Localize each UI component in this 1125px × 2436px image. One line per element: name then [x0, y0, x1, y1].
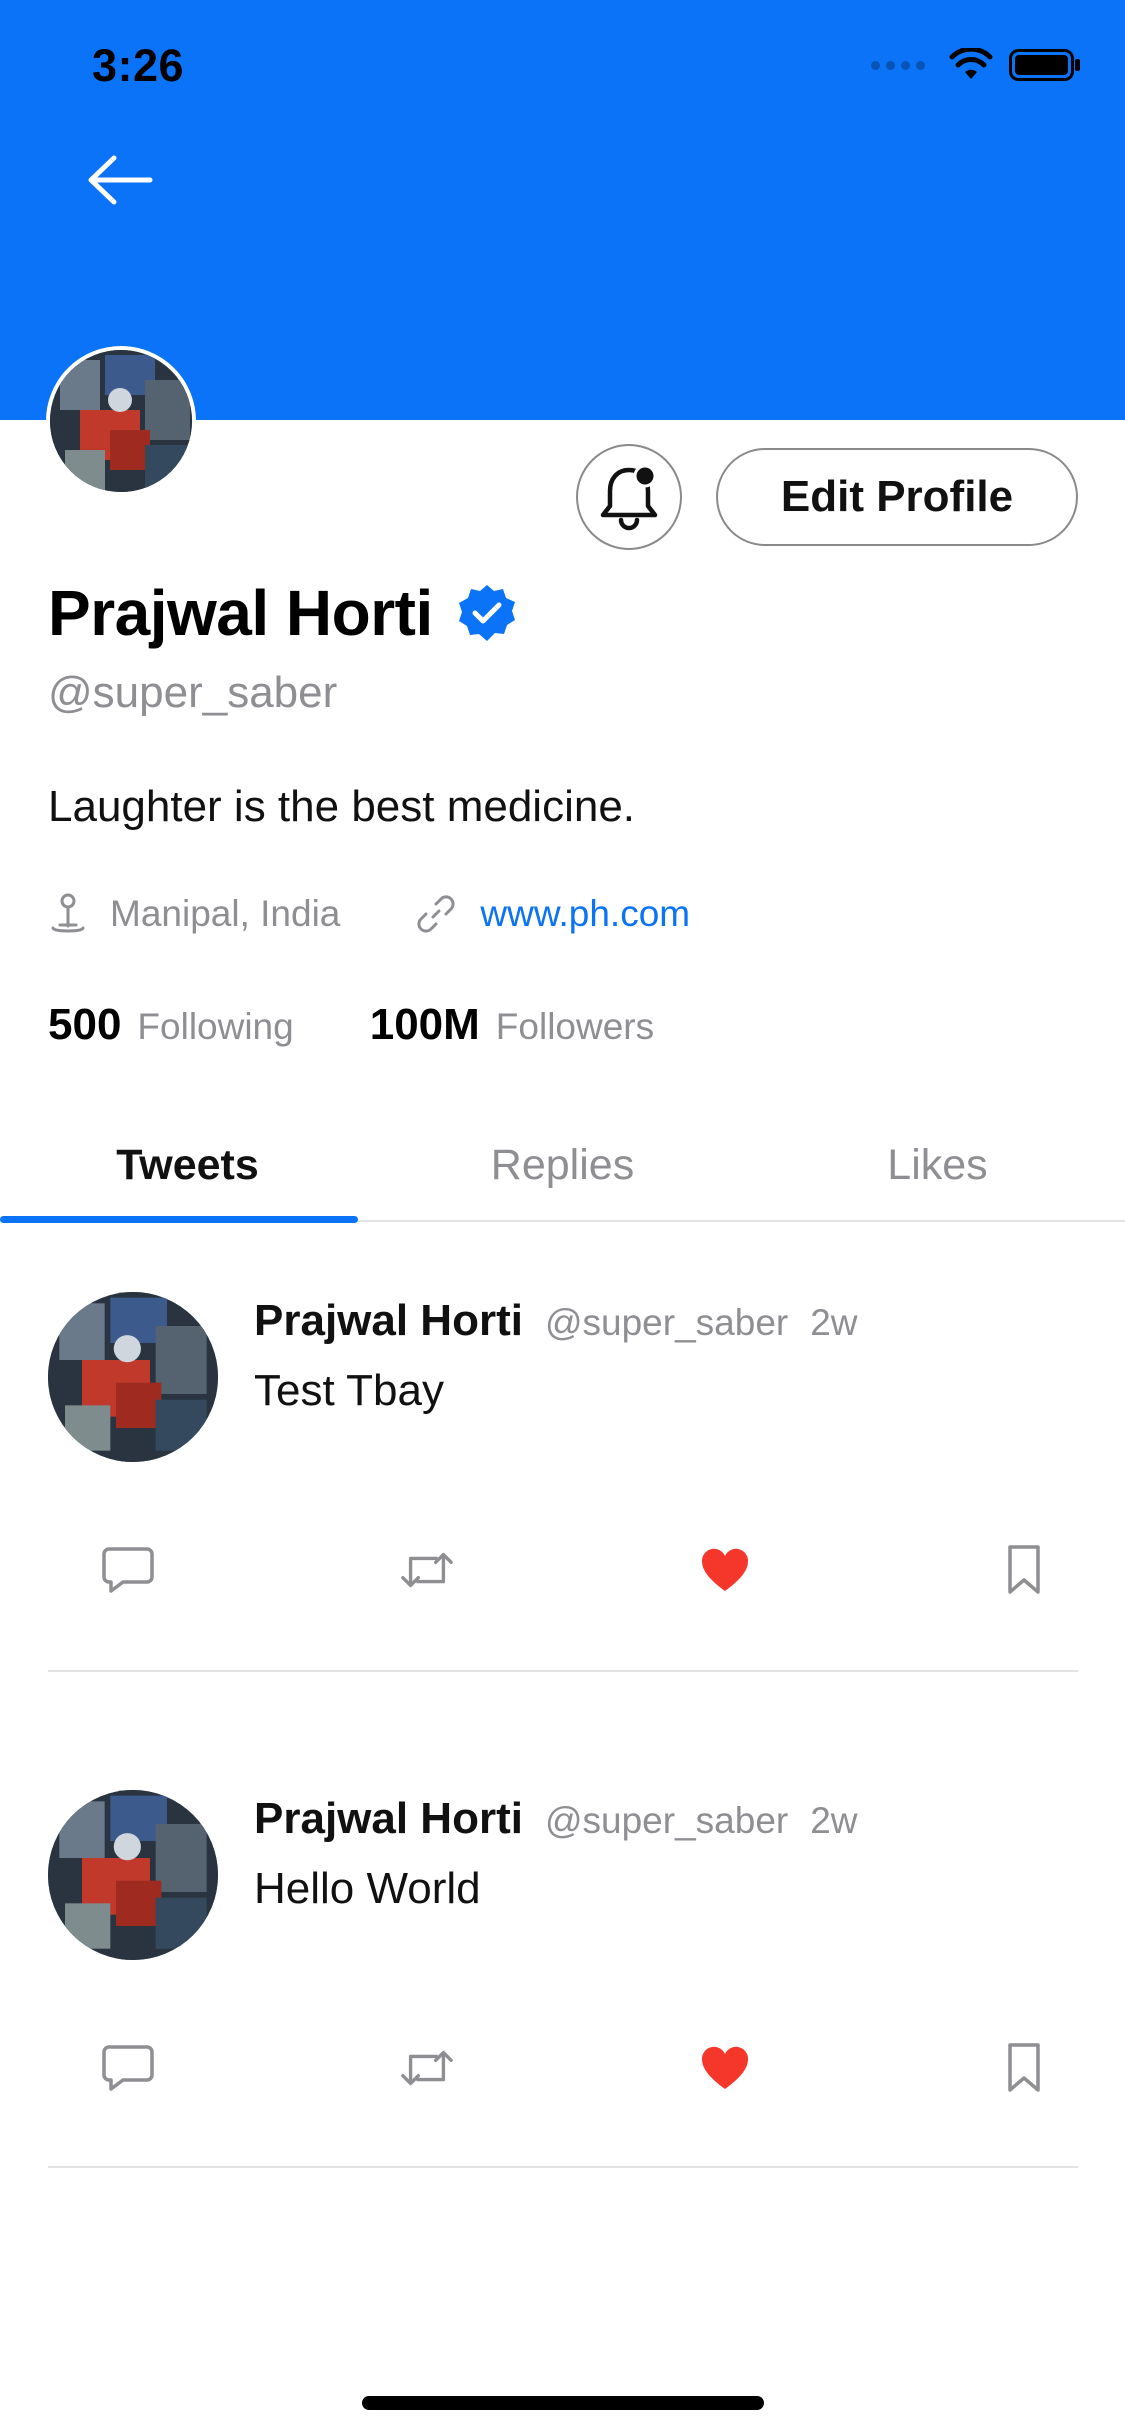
- notifications-button[interactable]: [576, 444, 682, 550]
- website-item[interactable]: www.ph.com: [414, 892, 690, 936]
- tab-likes[interactable]: Likes: [750, 1110, 1125, 1220]
- arrow-left-icon: [88, 155, 153, 205]
- heart-icon: [702, 2046, 749, 2089]
- following-count[interactable]: 500: [48, 1000, 121, 1050]
- tweet-time: 2w: [810, 1800, 858, 1841]
- profile-tabs: Tweets Replies Likes: [0, 1110, 1125, 1223]
- heart-icon: [702, 1548, 749, 1591]
- avatar-image: [48, 1790, 218, 1960]
- profile-name-row: Prajwal Horti: [48, 576, 517, 650]
- home-indicator[interactable]: [362, 2396, 764, 2410]
- reply-button[interactable]: [100, 1542, 156, 1598]
- bookmark-icon: [1008, 1545, 1040, 1594]
- signal-icon: [871, 60, 925, 70]
- tweet-card[interactable]: Prajwal Horti @super_saber 2w Hello Worl…: [48, 1790, 1078, 1960]
- followers-label[interactable]: Followers: [496, 1006, 654, 1048]
- location-pin-icon: [51, 893, 85, 933]
- tweet-author-handle: @super_saber: [544, 1800, 789, 1841]
- tweet-author-name[interactable]: Prajwal Horti: [254, 1794, 523, 1844]
- tab-tweets[interactable]: Tweets: [0, 1110, 375, 1223]
- verified-badge-icon: [458, 585, 515, 641]
- comment-icon: [102, 2045, 154, 2091]
- tweet-divider: [48, 2166, 1078, 2168]
- profile-stats: 500 Following 100M Followers: [48, 1000, 654, 1050]
- retweet-button[interactable]: [399, 1542, 455, 1598]
- tweet-card[interactable]: Prajwal Horti @super_saber 2w Test Tbay: [48, 1292, 1078, 1462]
- bookmark-button[interactable]: [996, 2040, 1052, 2096]
- tweet-author-handle: @super_saber: [544, 1302, 789, 1343]
- bell-icon: [600, 464, 658, 531]
- profile-bio: Laughter is the best medicine.: [48, 782, 636, 831]
- profile-screen: 3:26 Edit Profile Prajwal Horti @super_s…: [0, 0, 1125, 2436]
- profile-location: Manipal, India: [110, 893, 341, 934]
- tweet-actions: [48, 2040, 1078, 2096]
- followers-count[interactable]: 100M: [370, 1000, 480, 1050]
- profile-website-link[interactable]: www.ph.com: [480, 893, 690, 935]
- tweet-avatar[interactable]: [48, 1292, 218, 1462]
- profile-meta: Manipal, India www.ph.com: [48, 892, 690, 936]
- bookmark-button[interactable]: [996, 1542, 1052, 1598]
- profile-avatar[interactable]: [46, 346, 196, 496]
- reply-button[interactable]: [100, 2040, 156, 2096]
- avatar-image: [50, 350, 192, 492]
- tweet-text: Hello World: [254, 1864, 481, 1913]
- like-button[interactable]: [697, 1542, 753, 1598]
- tweet-avatar[interactable]: [48, 1790, 218, 1960]
- tweet-author-name[interactable]: Prajwal Horti: [254, 1296, 523, 1346]
- tweet-text: Test Tbay: [254, 1366, 444, 1415]
- retweet-button[interactable]: [399, 2040, 455, 2096]
- link-icon: [417, 895, 455, 933]
- location-item: Manipal, India: [48, 892, 340, 936]
- wifi-icon: [949, 48, 993, 79]
- tab-replies[interactable]: Replies: [375, 1110, 750, 1220]
- avatar-image: [48, 1292, 218, 1462]
- tweet-body: Prajwal Horti @super_saber 2w Test Tbay: [254, 1292, 858, 1462]
- tweet-meta: Prajwal Horti @super_saber 2w: [254, 1794, 858, 1844]
- tweet-meta: Prajwal Horti @super_saber 2w: [254, 1296, 858, 1346]
- profile-handle: @super_saber: [48, 668, 338, 717]
- status-indicators: [871, 48, 1081, 82]
- following-label[interactable]: Following: [137, 1006, 293, 1048]
- like-button[interactable]: [697, 2040, 753, 2096]
- comment-icon: [102, 1547, 154, 1593]
- profile-name: Prajwal Horti: [48, 577, 433, 649]
- tweet-actions: [48, 1542, 1078, 1598]
- bookmark-icon: [1008, 2043, 1040, 2092]
- status-time: 3:26: [92, 40, 185, 91]
- edit-profile-button[interactable]: Edit Profile: [716, 448, 1078, 546]
- battery-icon: [1009, 49, 1080, 81]
- tweet-body: Prajwal Horti @super_saber 2w Hello Worl…: [254, 1790, 858, 1960]
- tweet-header: Prajwal Horti @super_saber 2w Test Tbay: [48, 1292, 1078, 1462]
- tweet-header: Prajwal Horti @super_saber 2w Hello Worl…: [48, 1790, 1078, 1960]
- retweet-icon: [400, 1552, 453, 1588]
- tweet-time: 2w: [810, 1302, 858, 1343]
- retweet-icon: [400, 2050, 453, 2086]
- back-button[interactable]: [80, 148, 160, 212]
- tweet-divider: [48, 1670, 1078, 1672]
